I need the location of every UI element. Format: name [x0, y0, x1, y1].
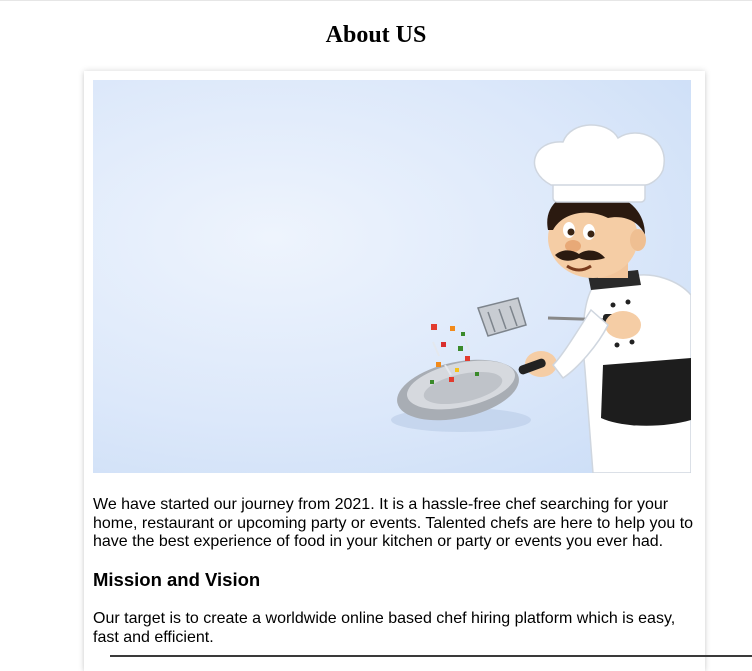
intro-paragraph: We have started our journey from 2021. I… [93, 496, 694, 550]
mission-paragraph: Our target is to create a worldwide onli… [93, 610, 676, 646]
page-title: About US [325, 22, 427, 48]
chef-illustration [391, 124, 691, 473]
mission-heading: Mission and Vision [93, 569, 261, 590]
about-card: We have started our journey from 2021. I… [84, 71, 705, 671]
hero-image [93, 80, 691, 473]
top-divider [0, 0, 752, 1]
